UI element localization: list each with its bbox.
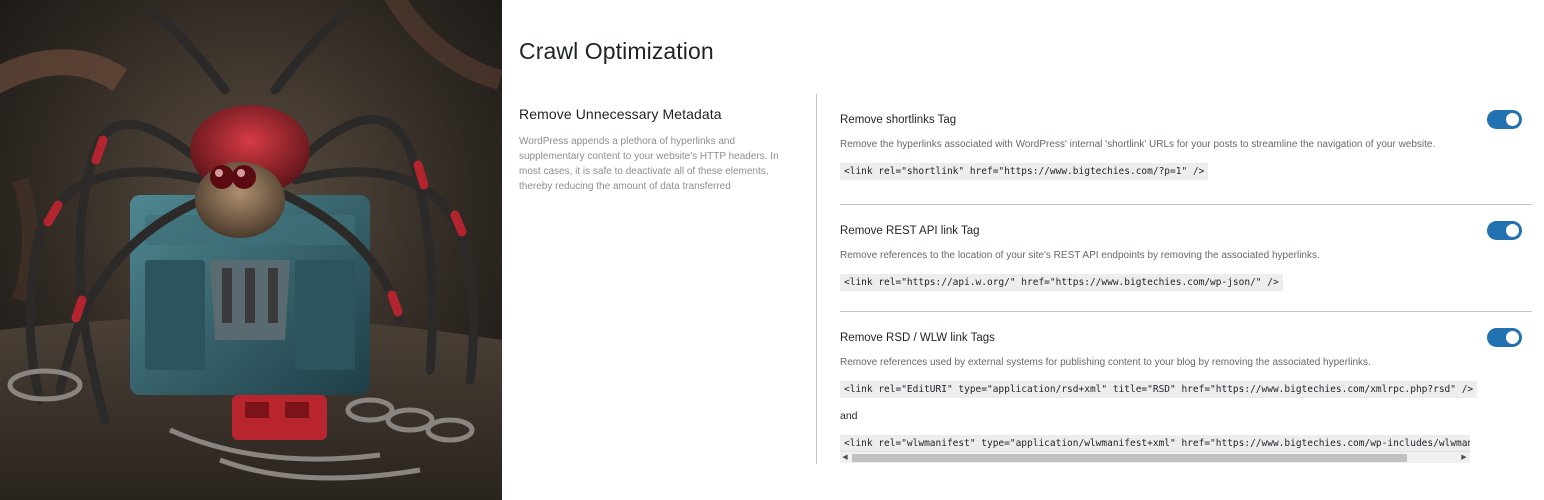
settings-content: Crawl Optimization Remove Unnecessary Me… <box>502 0 1544 500</box>
option-code-sample: <link rel="EditURI" type="application/rs… <box>840 381 1478 398</box>
option-code-sample-2: <link rel="wlwmanifest" type="applicatio… <box>840 435 1470 451</box>
code-scroll-box[interactable]: <link rel="wlwmanifest" type="applicatio… <box>840 435 1470 463</box>
rest-api-toggle[interactable] <box>1487 221 1522 240</box>
options-list: Remove shortlinks Tag Remove the hyperli… <box>840 94 1532 464</box>
section-description: WordPress appends a plethora of hyperlin… <box>519 136 779 192</box>
toggle-knob <box>1506 331 1519 344</box>
shortlinks-toggle[interactable] <box>1487 110 1522 129</box>
option-shortlinks: Remove shortlinks Tag Remove the hyperli… <box>840 94 1532 205</box>
section-info: Remove Unnecessary Metadata WordPress ap… <box>519 106 789 194</box>
scroll-left-arrow-icon[interactable]: ◀ <box>841 454 849 462</box>
section-divider <box>816 94 817 464</box>
scrollbar-thumb[interactable] <box>852 454 1407 462</box>
option-title: Remove RSD / WLW link Tags <box>840 332 995 344</box>
page-title: Crawl Optimization <box>519 38 714 64</box>
section-title: Remove Unnecessary Metadata <box>519 106 722 122</box>
rsd-wlw-toggle[interactable] <box>1487 328 1522 347</box>
toggle-knob <box>1506 113 1519 126</box>
option-title: Remove REST API link Tag <box>840 225 980 237</box>
toggle-knob <box>1506 224 1519 237</box>
option-rsd-wlw: Remove RSD / WLW link Tags Remove refere… <box>840 312 1532 464</box>
option-description: Remove references to the location of you… <box>840 250 1320 261</box>
horizontal-scrollbar[interactable]: ◀ ▶ <box>840 451 1470 463</box>
hero-illustration <box>0 0 502 500</box>
option-code-sample: <link rel="https://api.w.org/" href="htt… <box>840 274 1283 291</box>
option-code-sample: <link rel="shortlink" href="https://www.… <box>840 163 1209 180</box>
option-rest-api: Remove REST API link Tag Remove referenc… <box>840 205 1532 312</box>
and-separator: and <box>840 410 858 422</box>
scroll-right-arrow-icon[interactable]: ▶ <box>1460 454 1468 462</box>
spider-illustration <box>0 0 502 500</box>
option-description: Remove references used by external syste… <box>840 357 1371 368</box>
option-description: Remove the hyperlinks associated with Wo… <box>840 139 1436 150</box>
option-title: Remove shortlinks Tag <box>840 114 957 126</box>
